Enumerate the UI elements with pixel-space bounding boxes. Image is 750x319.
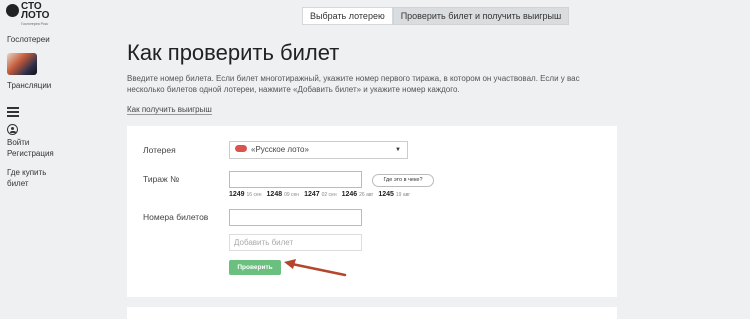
logo-line2: ЛОТО (21, 10, 50, 21)
add-ticket-input[interactable]: Добавить билет (229, 234, 362, 251)
recent-draws: 1249 16 сен 1248 09 сен 1247 02 сен 1246… (229, 191, 410, 198)
draw-option[interactable]: 1247 02 сен (304, 191, 337, 198)
check-button[interactable]: Проверить (229, 260, 281, 275)
tab-choose-lottery[interactable]: Выбрать лотерею (302, 7, 393, 25)
draw-option[interactable]: 1249 16 сен (229, 191, 262, 198)
ticket-check-form: Лотерея «Русское лото» ▼ Тираж № Где это… (127, 126, 617, 297)
where-in-receipt-button[interactable]: Где это в чеке? (372, 174, 434, 187)
sidebar-item-login[interactable]: Войти (7, 138, 29, 148)
chevron-down-icon: ▼ (395, 147, 401, 153)
sidebar-item-goslotteries[interactable]: Гослотереи (7, 35, 50, 45)
stoloto-logo[interactable]: СТО ЛОТО Гослотерея Росс (6, 2, 52, 28)
intro-text: Введите номер билета. Если билет многоти… (127, 74, 580, 94)
logo-tagline: Гослотерея Росс (21, 22, 49, 26)
mode-toggle: Выбрать лотерею Проверить билет и получи… (302, 7, 570, 25)
lottery-chip-icon (235, 145, 247, 153)
ticket-number-input[interactable] (229, 209, 362, 226)
sidebar-item-register[interactable]: Регистрация (7, 149, 54, 159)
draw-number-input[interactable] (229, 171, 362, 188)
lottery-select[interactable]: «Русское лото» ▼ (229, 141, 408, 159)
draw-option[interactable]: 1246 26 авг (342, 191, 374, 198)
draw-label: Тираж № (143, 174, 180, 184)
secondary-card (127, 307, 617, 319)
sidebar-item-where-to-buy[interactable]: Где купить (7, 168, 46, 178)
draw-option[interactable]: 1248 09 сен (267, 191, 300, 198)
draw-option[interactable]: 1245 19 авг (378, 191, 410, 198)
logo-circle-icon (6, 4, 19, 17)
how-to-claim-link[interactable]: Как получить выигрыш (127, 105, 212, 115)
user-icon[interactable] (7, 124, 18, 135)
annotation-arrow-icon (284, 259, 347, 277)
sidebar-item-broadcasts[interactable]: Трансляции (7, 81, 51, 91)
page-title: Как проверить билет (127, 40, 340, 65)
lottery-label: Лотерея (143, 145, 176, 155)
sidebar-item-where-to-buy-2[interactable]: билет (7, 179, 29, 189)
lottery-select-value: «Русское лото» (251, 145, 309, 154)
sidebar: СТО ЛОТО Гослотерея Росс Гослотереи Тран… (0, 0, 62, 319)
tab-check-ticket[interactable]: Проверить билет и получить выигрыш (392, 7, 570, 25)
menu-icon[interactable] (7, 107, 19, 117)
tickets-label: Номера билетов (143, 212, 209, 222)
broadcast-thumbnail[interactable] (7, 53, 37, 75)
